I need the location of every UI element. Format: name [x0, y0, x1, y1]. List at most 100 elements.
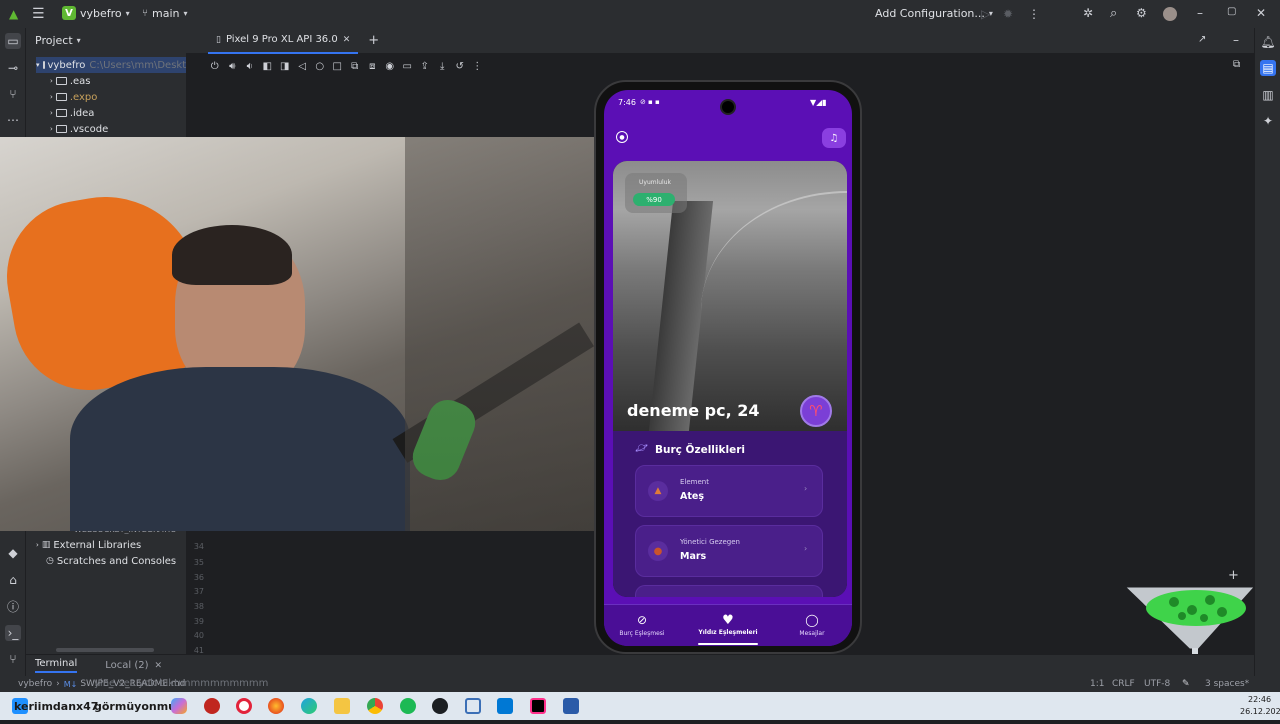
clock-time[interactable]: 22:46: [1248, 695, 1271, 704]
rotate-right-icon[interactable]: ◨: [276, 61, 294, 72]
upload-icon[interactable]: ⇪: [416, 61, 434, 72]
tree-folder-eas[interactable]: › .eas: [50, 73, 90, 89]
tree-scratches[interactable]: ◷ Scratches and Consoles: [46, 553, 176, 569]
more-horizontal-icon[interactable]: ⋯: [5, 112, 21, 128]
run-config-select[interactable]: Add Configuration... ▾: [875, 7, 993, 20]
breadcrumb-root[interactable]: vybefro: [18, 679, 52, 689]
edge-icon[interactable]: [301, 698, 317, 714]
nav-messages[interactable]: ◯ Mesajlar: [784, 609, 840, 643]
profile-icon[interactable]: ●: [616, 131, 628, 143]
bug-icon[interactable]: ✲: [1083, 6, 1093, 20]
more-vertical-icon[interactable]: ⋮: [1028, 7, 1040, 21]
project-panel-header[interactable]: Project ▾ ▾: [26, 28, 190, 52]
open-external-icon[interactable]: ↗: [1198, 34, 1206, 45]
caret-position[interactable]: 1:1: [1090, 679, 1104, 689]
front-camera: [720, 99, 736, 115]
hamburger-menu-icon[interactable]: ☰: [32, 6, 45, 22]
reset-icon[interactable]: ↺: [451, 61, 469, 72]
record-icon[interactable]: ▭: [399, 61, 417, 72]
clock-date[interactable]: 26.12.2025: [1240, 707, 1280, 716]
minimize-icon[interactable]: –: [1197, 6, 1203, 20]
trait-card-element[interactable]: ▲ Element Ateş ›: [635, 465, 823, 517]
nav-zodiac-match[interactable]: ⊘ Burç Eşleşmesi: [612, 609, 672, 643]
git-icon[interactable]: ⑂: [5, 651, 21, 667]
terminal-icon[interactable]: ›_: [5, 625, 21, 641]
powershell-icon[interactable]: [563, 698, 579, 714]
screenshot-icon[interactable]: ◉: [381, 61, 399, 72]
line-separator[interactable]: CRLF: [1112, 679, 1135, 689]
ai-assistant-icon[interactable]: ✦: [1260, 113, 1276, 129]
running-devices-icon[interactable]: ▤: [1260, 60, 1276, 76]
spotify-icon[interactable]: [400, 698, 416, 714]
trait-card-partial[interactable]: [635, 585, 823, 597]
jetbrains-icon[interactable]: [530, 698, 546, 714]
tab-device-mirror[interactable]: ▯ Pixel 9 Pro XL API 36.0 ✕: [208, 28, 359, 54]
code-style-icon[interactable]: ✎: [1182, 679, 1190, 689]
tree-folder-idea[interactable]: › .idea: [50, 105, 94, 121]
horizontal-scrollbar[interactable]: [56, 648, 154, 652]
plus-icon[interactable]: +: [1228, 568, 1239, 583]
music-icon[interactable]: ♫: [822, 128, 846, 148]
device-manager-icon[interactable]: ▥: [1260, 87, 1276, 103]
profile-card[interactable]: Uyumluluk %90 deneme pc, 24 ♈ 🪐︎ Burç Öz…: [613, 161, 847, 597]
gesture-bar: [698, 643, 758, 645]
build-icon[interactable]: ⌂: [5, 572, 21, 588]
overview-icon[interactable]: □: [329, 61, 347, 72]
copilot-icon[interactable]: [171, 698, 187, 714]
tab-terminal[interactable]: Terminal: [35, 658, 78, 673]
notifications-bell-icon[interactable]: 🔔︎: [1260, 34, 1276, 50]
run-icon[interactable]: ▷: [981, 7, 990, 21]
folder-label: .vscode: [69, 123, 109, 135]
layout-icon[interactable]: ⧉: [1233, 59, 1240, 70]
chevron-right-icon: ›: [804, 544, 808, 553]
back-icon[interactable]: ◁: [294, 61, 312, 72]
search-icon[interactable]: ⌕: [1110, 6, 1117, 21]
branch-switcher[interactable]: ⑂ main ▾: [142, 7, 188, 20]
download-icon[interactable]: ⤓: [434, 61, 452, 72]
zodiac-badge[interactable]: ♈: [800, 395, 832, 427]
trait-value: Mars: [680, 551, 707, 562]
tree-external-libraries[interactable]: › ▥ External Libraries: [36, 537, 141, 553]
maximize-icon[interactable]: ▢: [1227, 6, 1236, 17]
resize-icon[interactable]: ⧈: [364, 61, 382, 72]
vscode-icon[interactable]: [497, 698, 513, 714]
avatar[interactable]: [1163, 7, 1177, 21]
more-vertical-icon[interactable]: ⋮: [469, 61, 487, 72]
red-app-icon[interactable]: [204, 698, 220, 714]
opera-icon[interactable]: [236, 698, 252, 714]
folder-icon[interactable]: ▭: [5, 33, 21, 49]
tree-folder-expo[interactable]: › .expo: [50, 89, 97, 105]
home-icon[interactable]: ○: [311, 61, 329, 72]
file-explorer-icon[interactable]: [334, 698, 350, 714]
pull-request-icon[interactable]: ⑂: [5, 86, 21, 102]
tab-local[interactable]: Local (2): [105, 660, 148, 671]
plus-icon[interactable]: +: [368, 33, 379, 48]
nav-star-matches[interactable]: ♥ Yıldız Eşleşmeleri: [696, 609, 760, 643]
minimize-icon[interactable]: –: [1233, 33, 1239, 47]
folder-icon: [55, 109, 67, 117]
close-icon[interactable]: ✕: [343, 35, 351, 45]
app-icon[interactable]: [465, 698, 481, 714]
problems-icon[interactable]: ⓘ: [5, 598, 21, 614]
commit-icon[interactable]: ⊸: [5, 60, 21, 76]
project-switcher[interactable]: V vybefro ▾: [62, 6, 130, 20]
rotate-left-icon[interactable]: ◧: [259, 61, 277, 72]
close-icon[interactable]: ✕: [155, 661, 163, 671]
volume-down-icon[interactable]: 🔉︎: [241, 61, 259, 72]
close-icon[interactable]: ✕: [1256, 6, 1266, 20]
nav-label: Mesajlar: [799, 630, 825, 637]
github-icon[interactable]: [432, 698, 448, 714]
gem-icon[interactable]: ◆: [5, 545, 21, 561]
file-encoding[interactable]: UTF-8: [1144, 679, 1170, 689]
firefox-icon[interactable]: [268, 698, 284, 714]
fold-icon[interactable]: ⧉: [346, 61, 364, 72]
tree-folder-vscode[interactable]: › .vscode: [50, 121, 108, 137]
settings-gear-icon[interactable]: ⚙: [1136, 6, 1147, 20]
tree-root[interactable]: ▾ vybefro C:\Users\mm\Deskt: [36, 57, 186, 73]
volume-up-icon[interactable]: 🔊︎: [224, 61, 242, 72]
indent-setting[interactable]: 3 spaces*: [1205, 679, 1249, 689]
debug-icon[interactable]: ✹: [1003, 7, 1013, 21]
trait-card-planet[interactable]: ● Yönetici Gezegen Mars ›: [635, 525, 823, 577]
power-icon[interactable]: ⏻: [206, 61, 224, 72]
chrome-icon[interactable]: [367, 698, 383, 714]
